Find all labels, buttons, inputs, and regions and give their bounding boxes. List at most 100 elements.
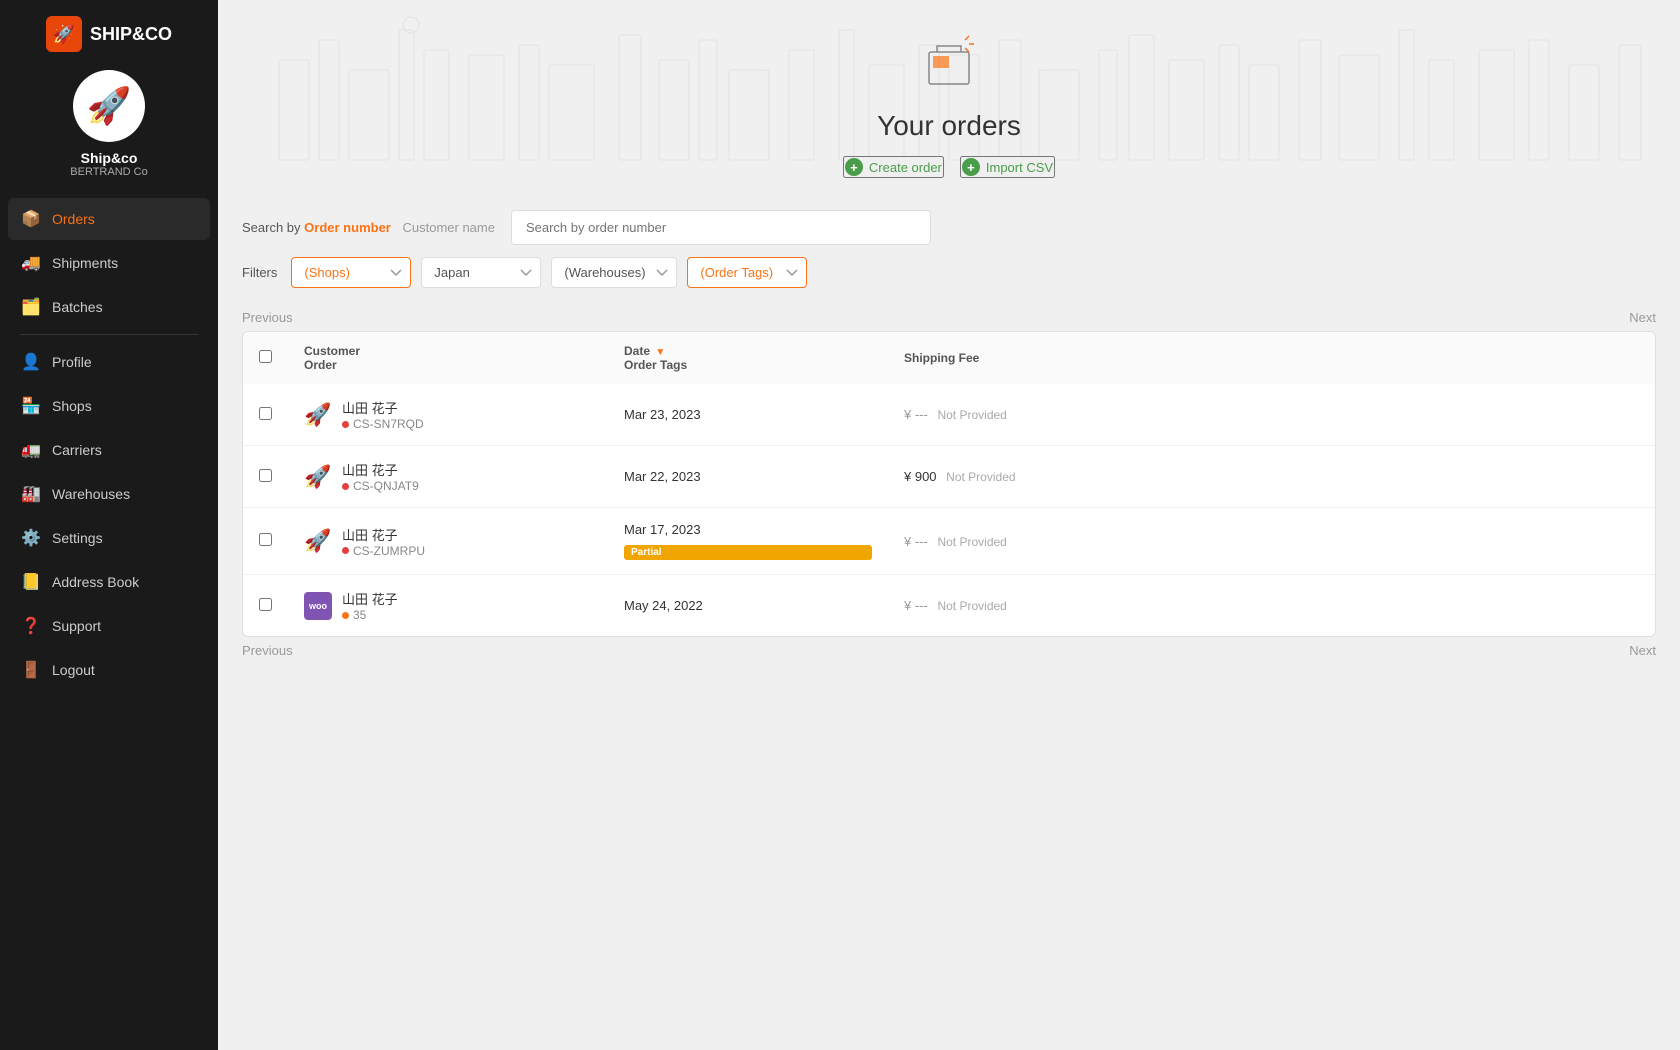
row-checkbox[interactable] [259,598,272,611]
order-info: 山田 花子 35 [342,589,398,622]
customer-info-wrap: 🚀 山田 花子 CS-ZUMRPU [304,525,592,558]
order-date: Mar 17, 2023 [624,522,872,537]
batches-label: Batches [52,299,103,315]
create-order-plus-icon: + [845,158,863,176]
table-row: 🚀 山田 花子 CS-SN7RQD Mar 23, 2023 [243,384,1655,445]
search-prefix: Search by [242,220,301,235]
table-row: woo 山田 花子 35 May 24, 2022 ¥ [243,574,1655,636]
date-inner: Mar 22, 2023 [624,469,872,484]
profile-label: Profile [52,354,92,370]
customer-name: 山田 花子 [342,589,398,608]
support-label: Support [52,618,101,634]
order-info: 山田 花子 CS-SN7RQD [342,398,424,431]
logout-label: Logout [52,662,95,678]
customer-order-header: Customer Order [288,332,608,384]
customer-cell: 🚀 山田 花子 CS-QNJAT9 [288,445,608,507]
sidebar-item-batches[interactable]: 🗂️ Batches [8,286,210,328]
search-input-wrap [511,210,931,245]
orders-hero-icon [919,30,979,102]
nav-separator-1 [20,334,198,335]
order-id: 35 [342,608,398,622]
row-checkbox[interactable] [259,469,272,482]
sidebar: 🚀 SHIP&CO 🚀 Ship&co BERTRAND Co 📦 Orders… [0,0,218,1050]
row-checkbox-cell [243,507,288,574]
fee-header: Shipping Fee [888,332,1655,384]
select-all-checkbox[interactable] [259,350,272,363]
fee-col-label: Shipping Fee [904,351,979,365]
fee-value: ¥ --- [904,407,928,422]
next-page-top[interactable]: Next [1629,310,1656,325]
sidebar-item-logout[interactable]: 🚪 Logout [8,649,210,691]
fee-status: Not Provided [937,535,1006,549]
order-info: 山田 花子 CS-ZUMRPU [342,525,425,558]
carriers-label: Carriers [52,442,102,458]
address-book-label: Address Book [52,574,139,590]
warehouses-icon: 🏭 [20,483,42,505]
country-filter[interactable]: Japan [421,257,541,288]
pagination-bottom: Previous Next [242,637,1656,664]
import-csv-button[interactable]: + Import CSV [960,156,1055,178]
page-title: Your orders [877,110,1021,142]
sidebar-item-orders[interactable]: 📦 Orders [8,198,210,240]
date-inner: Mar 17, 2023 Partial [624,522,872,560]
customer-col-label: Customer [304,344,360,358]
shipments-icon: 🚚 [20,252,42,274]
create-order-button[interactable]: + Create order [843,156,944,178]
date-cell: Mar 23, 2023 [608,384,888,445]
customer-info-wrap: 🚀 山田 花子 CS-QNJAT9 [304,460,592,493]
sidebar-item-settings[interactable]: ⚙️ Settings [8,517,210,559]
filters-row: Filters (Shops) Japan (Warehouses) (Orde… [242,257,1656,288]
rocket-icon: 🚀 [304,463,332,491]
fee-value: ¥ --- [904,534,928,549]
warehouses-filter[interactable]: (Warehouses) [551,257,677,288]
search-tab-order[interactable]: Order number [304,220,391,235]
next-page-bottom[interactable]: Next [1629,643,1656,658]
prev-page-top[interactable]: Previous [242,310,293,325]
customer-cell: woo 山田 花子 35 [288,574,608,636]
date-cell: Mar 22, 2023 [608,445,888,507]
date-header: Date ▼ Order Tags [608,332,888,384]
orders-label: Orders [52,211,95,227]
sidebar-item-shipments[interactable]: 🚚 Shipments [8,242,210,284]
table-header-row: Customer Order Date ▼ Order Tags Shippin… [243,332,1655,384]
prev-page-bottom[interactable]: Previous [242,643,293,658]
search-filters-section: Search by Order number Customer name Fil… [218,198,1680,304]
customer-name: 山田 花子 [342,398,424,417]
warehouses-label: Warehouses [52,486,130,502]
table-row: 🚀 山田 花子 CS-QNJAT9 Mar 22, 2023 [243,445,1655,507]
search-input[interactable] [511,210,931,245]
order-id: CS-SN7RQD [342,417,424,431]
sidebar-item-warehouses[interactable]: 🏭 Warehouses [8,473,210,515]
date-sort-icon[interactable]: ▼ [655,347,665,358]
shipments-label: Shipments [52,255,118,271]
date-inner: Mar 23, 2023 [624,407,872,422]
shops-filter[interactable]: (Shops) [291,257,411,288]
sidebar-item-carriers[interactable]: 🚛 Carriers [8,429,210,471]
row-checkbox-cell [243,384,288,445]
status-dot [342,421,349,428]
avatar-area: 🚀 Ship&co BERTRAND Co [70,70,147,178]
customer-cell: 🚀 山田 花子 CS-SN7RQD [288,384,608,445]
pagination-top: Previous Next [242,304,1656,331]
username: Ship&co [81,150,138,166]
shops-icon: 🏪 [20,395,42,417]
order-tags-filter[interactable]: (Order Tags) [687,257,807,288]
row-checkbox[interactable] [259,533,272,546]
sidebar-item-profile[interactable]: 👤 Profile [8,341,210,383]
nav-section: 📦 Orders 🚚 Shipments 🗂️ Batches 👤 Profil… [0,198,218,1050]
sidebar-item-address-book[interactable]: 📒 Address Book [8,561,210,603]
fee-cell: ¥ --- Not Provided [888,384,1655,445]
orders-tbody: 🚀 山田 花子 CS-SN7RQD Mar 23, 2023 [243,384,1655,636]
order-date: Mar 22, 2023 [624,469,872,484]
sidebar-item-shops[interactable]: 🏪 Shops [8,385,210,427]
order-date: May 24, 2022 [624,598,872,613]
search-tab-customer[interactable]: Customer name [402,220,494,235]
settings-label: Settings [52,530,103,546]
sidebar-item-support[interactable]: ❓ Support [8,605,210,647]
date-inner: May 24, 2022 [624,598,872,613]
address-book-icon: 📒 [20,571,42,593]
hero-section: Your orders + Create order + Import CSV [218,0,1680,198]
order-col-label: Order [304,358,337,372]
fee-cell: ¥ --- Not Provided [888,574,1655,636]
row-checkbox[interactable] [259,407,272,420]
